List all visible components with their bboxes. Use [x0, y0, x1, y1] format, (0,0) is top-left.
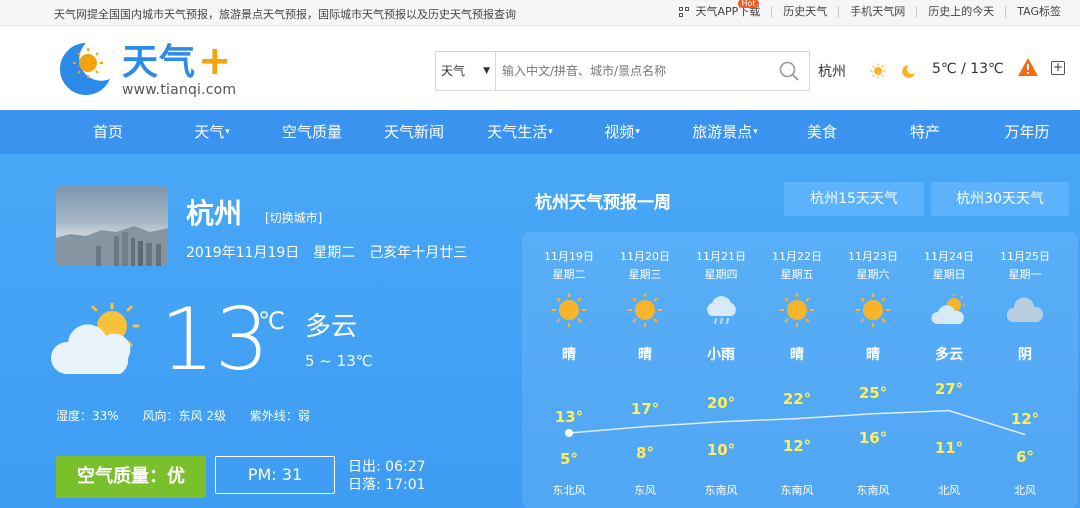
nav-item-video[interactable]: 视频▾ — [604, 110, 640, 154]
current-day-marker — [565, 429, 573, 437]
sun-times: 日出: 06:27 日落: 17:01 — [348, 458, 426, 494]
current-date: 2019年11月19日 星期二 己亥年十月廿三 — [186, 245, 468, 261]
nav-label: 空气质量 — [281, 123, 343, 141]
caret-down-icon: ▾ — [753, 127, 758, 137]
switch-city-link[interactable]: [切换城市] — [265, 209, 322, 226]
qr-code-icon — [679, 6, 691, 18]
high-temp-label: 27° — [934, 380, 964, 398]
caret-down-icon: ▾ — [548, 127, 553, 137]
sunrise-time: 日出: 06:27 — [348, 459, 426, 475]
search-type-select[interactable]: 天气 ▼ — [436, 52, 496, 90]
caret-down-icon: ▾ — [225, 127, 230, 137]
search-icon[interactable] — [779, 61, 799, 81]
city-photo — [56, 186, 168, 266]
forecast-title: 杭州天气预报一周 — [535, 193, 671, 213]
current-condition: 多云 — [305, 312, 358, 342]
city-name: 杭州 — [186, 197, 243, 230]
top-bar: 天气网提全国国内城市天气预报，旅游景点天气预报，国际城市天气预报以及历史天气预报… — [0, 0, 1080, 26]
nav-label: 天气新闻 — [383, 123, 445, 141]
moon-icon — [902, 64, 915, 78]
30-day-forecast-button[interactable]: 杭州30天天气 — [931, 182, 1069, 216]
top-links: 天气APP下载 Hot 历史天气 手机天气网 历史上的今天 TAG标签 — [668, 0, 1072, 18]
partly-cloudy-icon — [50, 302, 140, 374]
nav-label: 天气 — [194, 123, 225, 141]
nav-label: 美食 — [806, 123, 838, 141]
search-input[interactable] — [502, 61, 772, 81]
15-day-forecast-button[interactable]: 杭州15天天气 — [784, 182, 924, 216]
site-logo[interactable]: 天气+ www.tianqi.com — [56, 39, 256, 99]
city-skyline-image — [56, 226, 168, 266]
weather-stats: 湿度：33% 风向：东风 2级 紫外线：弱 — [56, 407, 330, 424]
today-in-history-link[interactable]: 历史上的今天 — [916, 6, 1005, 18]
nav-label: 首页 — [92, 123, 124, 141]
wind: 风向：东风 2级 — [142, 409, 226, 423]
nav-item-travel[interactable]: 旅游景点▾ — [692, 110, 758, 154]
nav-item-weather[interactable]: 天气▾ — [194, 110, 230, 154]
moon-sun-logo-icon — [60, 43, 110, 95]
dropdown-arrow-icon: ▼ — [483, 66, 490, 76]
low-temp-label: 12° — [782, 436, 812, 455]
nav-item-food[interactable]: 美食 — [807, 110, 837, 154]
air-quality-badge[interactable]: 空气质量：优 — [56, 456, 206, 498]
low-temp-label: 6° — [1016, 448, 1034, 467]
site-notice: 天气网提全国国内城市天气预报，旅游景点天气预报，国际城市天气预报以及历史天气预报… — [54, 8, 516, 21]
nav-item-calendar[interactable]: 万年历 — [1004, 110, 1049, 154]
tag-link[interactable]: TAG标签 — [1005, 6, 1072, 18]
sun-icon — [870, 63, 886, 79]
nav-label: 天气生活 — [487, 123, 548, 141]
header-city[interactable]: 杭州 — [818, 61, 846, 81]
low-temp-label: 5° — [560, 450, 578, 468]
uv-index: 紫外线：弱 — [249, 409, 310, 423]
sunset-time: 日落: 17:01 — [348, 477, 426, 493]
nav-item-home[interactable]: 首页 — [93, 110, 123, 154]
low-temp-label: 8° — [636, 444, 654, 463]
main-nav: 首页 天气▾ 空气质量 天气新闻 天气生活▾ 视频▾ 旅游景点▾ 美食 特产 万… — [0, 110, 1080, 154]
nav-item-specialty[interactable]: 特产 — [910, 110, 940, 154]
high-temp-label: 13° — [554, 408, 584, 426]
pm-value[interactable]: PM: 31 — [215, 456, 335, 494]
nav-label: 旅游景点 — [692, 123, 753, 141]
hot-badge: Hot — [738, 0, 759, 8]
search-type-value: 天气 — [441, 64, 466, 78]
brand-text: 天气 — [122, 42, 197, 83]
search-box: 天气 ▼ — [435, 51, 810, 91]
low-temp-label: 11° — [934, 438, 964, 457]
weather-main: 杭州 [切换城市] 2019年11月19日 星期二 己亥年十月廿三 13 ℃ 多… — [0, 154, 1080, 508]
temperature-unit: ℃ — [258, 307, 285, 335]
caret-down-icon: ▾ — [635, 127, 640, 137]
warning-icon[interactable] — [1017, 57, 1039, 77]
current-temperature: 13 — [160, 290, 270, 390]
header-temp: 5℃ / 13℃ — [932, 61, 1004, 77]
low-temp-label: 10° — [706, 440, 736, 459]
nav-label: 万年历 — [1004, 123, 1050, 141]
high-temp-label: 22° — [782, 390, 812, 408]
history-weather-link[interactable]: 历史天气 — [771, 6, 838, 18]
brand-plus: + — [198, 38, 233, 84]
high-temp-label: 12° — [1010, 410, 1040, 428]
brand-url: www.tianqi.com — [122, 82, 237, 98]
add-city-icon[interactable]: + — [1051, 61, 1065, 75]
header: 天气+ www.tianqi.com 天气▼ 杭州 5℃ / 13℃ + — [0, 26, 1080, 110]
low-temp-label: 16° — [858, 429, 888, 448]
high-temp-label: 17° — [630, 400, 660, 418]
humidity: 湿度：33% — [56, 409, 119, 423]
nav-item-air-quality[interactable]: 空气质量 — [282, 110, 342, 154]
nav-item-news[interactable]: 天气新闻 — [384, 110, 444, 154]
nav-label: 特产 — [909, 123, 941, 141]
high-temp-label: 20° — [706, 394, 736, 412]
nav-item-life[interactable]: 天气生活▾ — [487, 110, 553, 154]
mobile-weather-link[interactable]: 手机天气网 — [838, 6, 916, 18]
temperature-range: 5 ~ 13℃ — [305, 352, 373, 370]
brand-name: 天气+ — [122, 39, 233, 85]
nav-label: 视频 — [604, 123, 635, 141]
temperature-trend-chart — [565, 409, 1026, 437]
app-download-link[interactable]: 天气APP下载 Hot — [668, 0, 771, 18]
high-temp-label: 25° — [858, 384, 888, 402]
